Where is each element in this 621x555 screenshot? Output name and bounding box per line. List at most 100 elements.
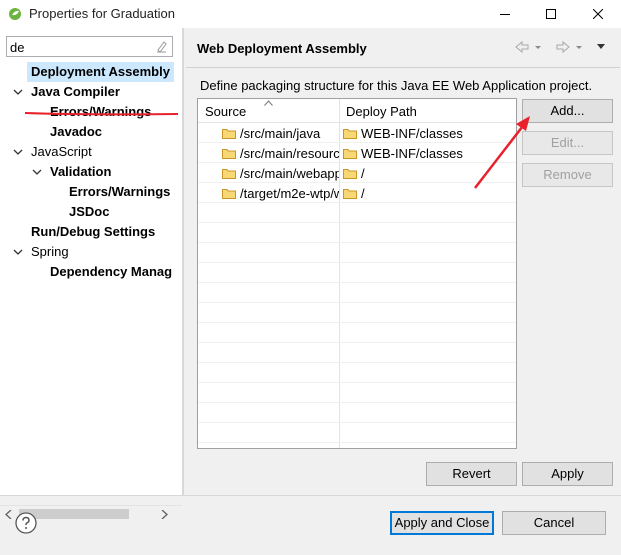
chevron-down-icon[interactable] — [13, 247, 23, 257]
tree-item-label: Validation — [50, 164, 112, 179]
table-row-empty — [198, 423, 516, 443]
add-button[interactable]: Add... — [522, 99, 613, 123]
revert-button[interactable]: Revert — [426, 462, 517, 486]
folder-icon — [343, 188, 357, 199]
tree-item-label: Spring — [31, 244, 69, 259]
chevron-down-icon[interactable] — [13, 87, 23, 97]
table-row[interactable]: /src/main/resources WEB-INF/classes — [198, 143, 516, 163]
tree-item-validation[interactable]: Validation — [50, 162, 111, 182]
minimize-icon — [500, 14, 510, 15]
column-header-deploy-path[interactable]: Deploy Path — [346, 104, 417, 119]
tree-item-label: Errors/Warnings — [69, 184, 171, 199]
footer-separator — [0, 495, 621, 496]
source-cell: /target/m2e-wtp/web-resources — [222, 185, 339, 201]
window-title: Properties for Graduation — [29, 6, 175, 21]
tree-item-deployment-assembly[interactable]: Deployment Assembly — [27, 62, 174, 82]
navigation-pane: Deployment Assembly Java Compiler Errors… — [0, 28, 182, 522]
close-icon — [593, 9, 603, 19]
maximize-icon — [546, 9, 556, 19]
table-row[interactable]: /target/m2e-wtp/web-resources / — [198, 183, 516, 203]
deploy-path: / — [361, 165, 365, 181]
close-button[interactable] — [575, 0, 621, 28]
view-menu-icon[interactable] — [597, 44, 605, 49]
scroll-right-icon[interactable] — [161, 510, 168, 519]
page-title: Web Deployment Assembly — [197, 41, 367, 56]
assembly-table[interactable]: Source Deploy Path /src/main/java WEB-IN… — [197, 98, 517, 449]
tree-item-label: Run/Debug Settings — [31, 224, 156, 239]
page-navigation-icons — [515, 40, 605, 54]
header-separator — [186, 67, 620, 68]
sort-ascending-icon — [264, 100, 273, 106]
table-row-empty — [198, 283, 516, 303]
deploy-path: / — [361, 185, 365, 201]
source-path: /target/m2e-wtp/web-resources — [240, 185, 339, 201]
table-row-empty — [198, 383, 516, 403]
folder-icon — [222, 168, 236, 179]
table-row-empty — [198, 363, 516, 383]
table-row-empty — [198, 243, 516, 263]
folder-icon — [222, 148, 236, 159]
table-row-empty — [198, 203, 516, 223]
source-path: /src/main/java — [240, 125, 321, 141]
red-underline-annotation — [24, 112, 179, 116]
table-row-empty — [198, 323, 516, 343]
tree-item-spring[interactable]: Spring — [31, 242, 69, 262]
tree-item-java-compiler[interactable]: Java Compiler — [31, 82, 120, 102]
chevron-down-icon[interactable] — [32, 167, 42, 177]
filter-field[interactable] — [6, 36, 173, 57]
title-bar: Properties for Graduation — [0, 0, 621, 28]
table-row-empty — [198, 223, 516, 243]
edit-button[interactable]: Edit... — [522, 131, 613, 155]
source-path: /src/main/resources — [240, 145, 339, 161]
forward-icon[interactable] — [556, 40, 570, 54]
chevron-down-icon[interactable] — [13, 147, 23, 157]
clear-filter-icon[interactable] — [155, 40, 168, 53]
tree-item-label: Dependency Manage — [50, 264, 172, 279]
table-row-empty — [198, 343, 516, 363]
folder-icon — [343, 128, 357, 139]
tree-item-label: Deployment Assembly — [31, 64, 170, 79]
maximize-button[interactable] — [528, 0, 574, 28]
tree-item-label: Javadoc — [50, 124, 103, 139]
cancel-button[interactable]: Cancel — [502, 511, 606, 535]
folder-icon — [222, 188, 236, 199]
folder-icon — [222, 128, 236, 139]
deploy-path: WEB-INF/classes — [361, 125, 463, 141]
scroll-left-icon[interactable] — [5, 510, 12, 519]
tree-item-javadoc[interactable]: Javadoc — [50, 122, 102, 142]
apply-and-close-button[interactable]: Apply and Close — [390, 511, 494, 535]
tree-item-javascript[interactable]: JavaScript — [31, 142, 92, 162]
deploy-path: WEB-INF/classes — [361, 145, 463, 161]
minimize-button[interactable] — [482, 0, 528, 28]
app-icon — [9, 8, 21, 20]
tree-item-label: JavaScript — [31, 144, 92, 159]
tree-item-jsdoc[interactable]: JSDoc — [69, 202, 109, 222]
source-cell: /src/main/webapp — [222, 165, 339, 181]
folder-icon — [343, 148, 357, 159]
source-path: /src/main/webapp — [240, 165, 339, 181]
forward-menu-icon[interactable] — [576, 46, 582, 49]
tree-item-errors-warnings[interactable]: Errors/Warnings — [69, 182, 170, 202]
remove-button[interactable]: Remove — [522, 163, 613, 187]
tree-item-label: JSDoc — [69, 204, 110, 219]
tree-item-dependency-management[interactable]: Dependency Manage — [50, 262, 172, 282]
tree-item-label: Java Compiler — [31, 84, 120, 99]
pane-divider[interactable] — [182, 28, 184, 495]
page-description: Define packaging structure for this Java… — [200, 78, 593, 93]
back-menu-icon[interactable] — [535, 46, 541, 49]
red-arrow-annotation — [474, 116, 530, 189]
table-row-empty — [198, 303, 516, 323]
table-row-empty — [198, 403, 516, 423]
table-row-empty — [198, 263, 516, 283]
column-header-source[interactable]: Source — [205, 104, 246, 119]
source-cell: /src/main/java — [222, 125, 339, 141]
filter-input[interactable] — [10, 39, 150, 55]
tree-item-run-debug-settings[interactable]: Run/Debug Settings — [31, 222, 155, 242]
table-header: Source Deploy Path — [198, 99, 516, 123]
table-row[interactable]: /src/main/webapp / — [198, 163, 516, 183]
apply-button[interactable]: Apply — [522, 462, 613, 486]
help-icon[interactable] — [15, 512, 37, 534]
source-cell: /src/main/resources — [222, 145, 339, 161]
back-icon[interactable] — [515, 40, 529, 54]
table-row[interactable]: /src/main/java WEB-INF/classes — [198, 123, 516, 143]
